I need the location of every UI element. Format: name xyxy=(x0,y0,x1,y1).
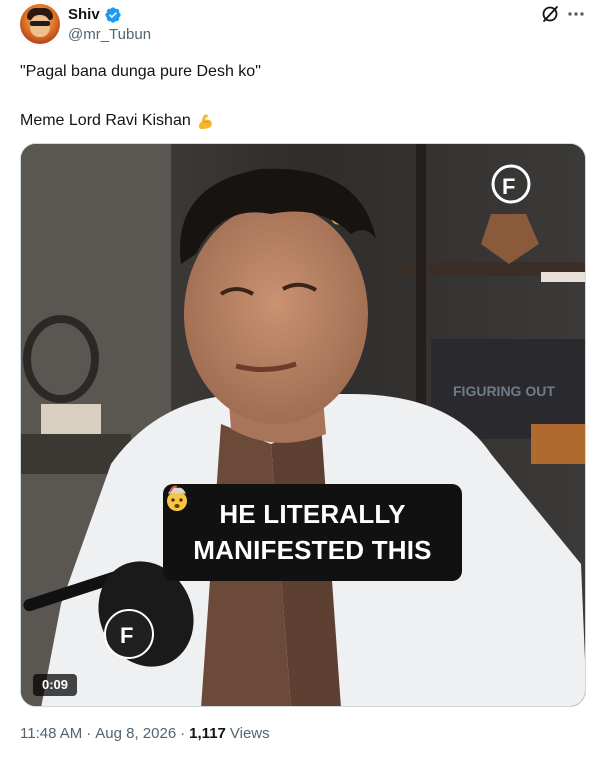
meta-separator: · xyxy=(86,725,92,742)
exploding-head-icon xyxy=(167,485,187,511)
meta-separator: · xyxy=(180,725,186,742)
video-frame: FIGURING OUT d F F xyxy=(21,144,585,706)
views-label: Views xyxy=(229,725,270,742)
author-name-row[interactable]: Shiv xyxy=(68,6,122,24)
verified-badge-icon xyxy=(105,7,121,23)
tweet: Shiv @mr_Tubun "Pagal bana dunga pure De… xyxy=(0,0,609,760)
tweet-text-line2-label: Meme Lord Ravi Kishan xyxy=(20,112,191,129)
tweet-date[interactable]: Aug 8, 2026 xyxy=(95,724,176,744)
tweet-text-line1: "Pagal bana dunga pure Desh ko" xyxy=(20,63,261,80)
svg-text:F: F xyxy=(120,623,133,648)
avatar[interactable] xyxy=(20,4,60,44)
views-count: 1,117 xyxy=(189,725,226,742)
tweet-time[interactable]: 11:48 AM xyxy=(20,724,82,744)
caption-line1: HE LITERALLY xyxy=(219,499,406,529)
svg-text:FIGURING OUT: FIGURING OUT xyxy=(453,383,555,399)
svg-text:F: F xyxy=(502,174,515,199)
video-player[interactable]: FIGURING OUT d F F xyxy=(20,143,586,707)
caption-line2-row: MANIFESTED THIS xyxy=(163,485,462,568)
caption-line2: MANIFESTED THIS xyxy=(193,535,432,565)
author-handle[interactable]: @mr_Tubun xyxy=(68,26,151,44)
video-caption: HE LITERALLY MANIFESTED THIS xyxy=(163,484,462,581)
more-options-icon[interactable] xyxy=(566,4,586,24)
video-duration: 0:09 xyxy=(33,674,77,696)
tweet-text-line2: Meme Lord Ravi Kishan xyxy=(20,110,217,132)
flexed-biceps-icon xyxy=(198,114,212,130)
grok-icon[interactable] xyxy=(540,4,560,24)
tweet-meta: 11:48 AM · Aug 8, 2026 · 1,117 Views xyxy=(20,724,270,744)
author-name[interactable]: Shiv xyxy=(68,6,100,24)
